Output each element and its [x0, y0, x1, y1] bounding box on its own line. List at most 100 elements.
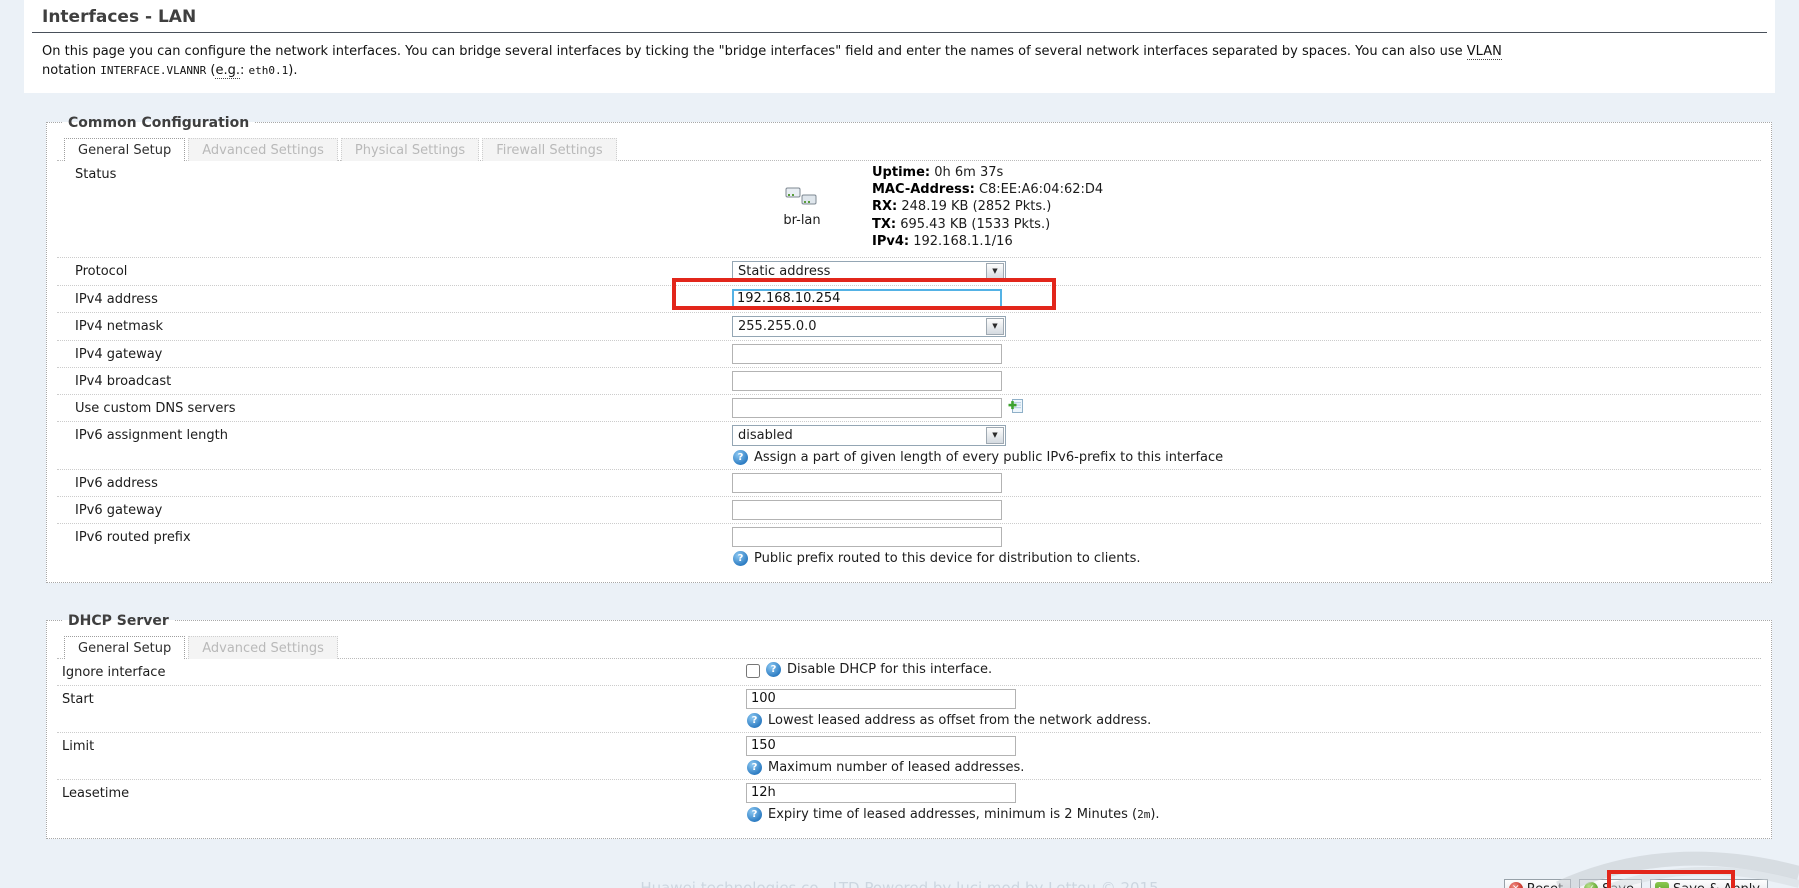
eg-abbr: e.g. [215, 63, 240, 79]
help-icon: ? [747, 713, 762, 728]
help-icon: ? [766, 662, 781, 677]
tab-advanced-settings[interactable]: Advanced Settings [188, 138, 338, 161]
ipv4-gateway-label: IPv4 gateway [57, 344, 732, 362]
chevron-down-icon[interactable]: ▼ [986, 263, 1004, 280]
help-icon: ? [733, 450, 748, 465]
ipv6-assignment-select[interactable]: disabled ▼ [732, 425, 1006, 446]
ipv4-netmask-select[interactable]: 255.255.0.0 ▼ [732, 316, 1006, 337]
help-text: Lowest leased address as offset from the… [768, 713, 1151, 728]
ipv4-broadcast-label: IPv4 broadcast [57, 371, 732, 389]
dhcp-leasetime-help: ? Expiry time of leased addresses, minim… [747, 807, 1761, 822]
ignore-interface-help: Disable DHCP for this interface. [787, 662, 992, 677]
ipv6-gateway-row: IPv6 gateway [57, 497, 1761, 524]
add-entry-icon[interactable] [1008, 398, 1024, 418]
status-widget: br-lan Uptime: 0h 6m 37s MAC-Address: C8… [732, 164, 1761, 250]
ipv6-routed-prefix-row: IPv6 routed prefix ? Public prefix route… [57, 524, 1761, 570]
status-label: Status [57, 164, 732, 182]
footer-credits: Huawei technologies co., LTD Powered by … [0, 879, 1799, 888]
dhcp-server-section: DHCP Server General Setup Advanced Setti… [46, 613, 1772, 839]
eth-code: eth0.1 [249, 64, 289, 77]
ipv4-netmask-label: IPv4 netmask [57, 316, 732, 334]
status-details: Uptime: 0h 6m 37s MAC-Address: C8:EE:A6:… [872, 164, 1103, 250]
intro-text: : [240, 63, 249, 78]
dhcp-tab-advanced-settings[interactable]: Advanced Settings [188, 636, 338, 659]
ignore-interface-row: Ignore interface ? Disable DHCP for this… [57, 659, 1761, 686]
dhcp-limit-help: ? Maximum number of leased addresses. [747, 760, 1761, 775]
ipv6-routed-prefix-help: ? Public prefix routed to this device fo… [733, 551, 1761, 566]
intro-text: ). [288, 63, 297, 78]
page-description: On this page you can configure the netwo… [42, 43, 1544, 81]
dhcp-server-legend: DHCP Server [63, 613, 174, 629]
dhcp-start-input[interactable] [746, 689, 1016, 709]
title-divider [32, 32, 1767, 33]
dhcp-limit-label: Limit [57, 736, 746, 754]
custom-dns-input[interactable] [732, 398, 1002, 418]
protocol-select[interactable]: Static address ▼ [732, 261, 1006, 282]
protocol-row: Protocol Static address ▼ [57, 258, 1761, 286]
dhcp-limit-input[interactable] [746, 736, 1016, 756]
ipv4-broadcast-row: IPv4 broadcast [57, 368, 1761, 395]
dhcp-limit-row: Limit ? Maximum number of leased address… [57, 733, 1761, 780]
common-config-tabs: General Setup Advanced Settings Physical… [57, 135, 1761, 161]
ignore-interface-checkbox[interactable] [746, 664, 760, 678]
dhcp-tabs: General Setup Advanced Settings [57, 633, 1761, 659]
help-icon: ? [733, 551, 748, 566]
ipv6-assignment-row: IPv6 assignment length disabled ▼ ? Assi… [57, 422, 1761, 470]
page-title: Interfaces - LAN [42, 7, 1767, 27]
interface-vlannr-code: INTERFACE.VLANNR [100, 64, 206, 77]
tab-general-setup[interactable]: General Setup [64, 138, 185, 161]
ipv4-netmask-row: IPv4 netmask 255.255.0.0 ▼ [57, 313, 1761, 341]
interface-name: br-lan [783, 213, 820, 228]
chevron-down-icon[interactable]: ▼ [986, 318, 1004, 335]
ipv6-address-input[interactable] [732, 473, 1002, 493]
ipv4-address-input[interactable] [732, 289, 1002, 309]
dhcp-leasetime-row: Leasetime ? Expiry time of leased addres… [57, 780, 1761, 826]
ipv6-assignment-label: IPv6 assignment length [57, 425, 732, 443]
dhcp-tab-general-setup[interactable]: General Setup [64, 636, 185, 659]
dhcp-abbr: DHCP [839, 662, 876, 677]
help-text: Expiry time of leased addresses, minimum… [768, 807, 1160, 822]
dhcp-start-label: Start [57, 689, 746, 707]
chevron-down-icon[interactable]: ▼ [986, 427, 1004, 444]
help-text: Assign a part of given length of every p… [754, 450, 1223, 465]
ipv6-gateway-input[interactable] [732, 500, 1002, 520]
vlan-abbr: VLAN [1467, 44, 1502, 60]
ipv6-assignment-selected-value: disabled [738, 428, 793, 443]
dhcp-start-help: ? Lowest leased address as offset from t… [747, 713, 1761, 728]
status-mac: MAC-Address: C8:EE:A6:04:62:D4 [872, 181, 1103, 198]
ipv6-gateway-label: IPv6 gateway [57, 500, 732, 518]
protocol-label: Protocol [57, 261, 732, 279]
dhcp-start-row: Start ? Lowest leased address as offset … [57, 686, 1761, 733]
status-uptime: Uptime: 0h 6m 37s [872, 164, 1103, 181]
status-ipv4: IPv4: 192.168.1.1/16 [872, 233, 1103, 250]
interfaces-lan-page: Interfaces - LAN On this page you can co… [0, 0, 1799, 888]
ipv4-gateway-input[interactable] [732, 344, 1002, 364]
status-row: Status br-lan [57, 161, 1761, 258]
tab-firewall-settings[interactable]: Firewall Settings [482, 138, 616, 161]
dhcp-leasetime-input[interactable] [746, 783, 1016, 803]
intro-text: On this page you can configure the netwo… [42, 44, 1467, 59]
dhcp-leasetime-label: Leasetime [57, 783, 746, 801]
help-text: Public prefix routed to this device for … [754, 551, 1141, 566]
status-rx: RX: 248.19 KB (2852 Pkts.) [872, 198, 1103, 215]
ignore-interface-label: Ignore interface [57, 662, 746, 680]
ipv6-routed-prefix-input[interactable] [732, 527, 1002, 547]
ipv4-address-label: IPv4 address [57, 289, 732, 307]
ipv6-address-label: IPv6 address [57, 473, 732, 491]
ipv4-gateway-row: IPv4 gateway [57, 341, 1761, 368]
ipv4-broadcast-input[interactable] [732, 371, 1002, 391]
bridge-interface-icon [784, 186, 820, 212]
common-configuration-legend: Common Configuration [63, 115, 254, 131]
ipv4-netmask-selected-value: 255.255.0.0 [738, 319, 817, 334]
ipv4-address-row: IPv4 address [57, 286, 1761, 313]
page-header: Interfaces - LAN On this page you can co… [24, 0, 1775, 93]
custom-dns-row: Use custom DNS servers [57, 395, 1761, 422]
ipv6-address-row: IPv6 address [57, 470, 1761, 497]
status-tx: TX: 695.43 KB (1533 Pkts.) [872, 216, 1103, 233]
intro-text: notation [42, 63, 100, 78]
custom-dns-label: Use custom DNS servers [57, 398, 732, 416]
protocol-selected-value: Static address [738, 264, 830, 279]
help-icon: ? [747, 760, 762, 775]
ipv6-assignment-help: ? Assign a part of given length of every… [733, 450, 1761, 465]
tab-physical-settings[interactable]: Physical Settings [341, 138, 479, 161]
